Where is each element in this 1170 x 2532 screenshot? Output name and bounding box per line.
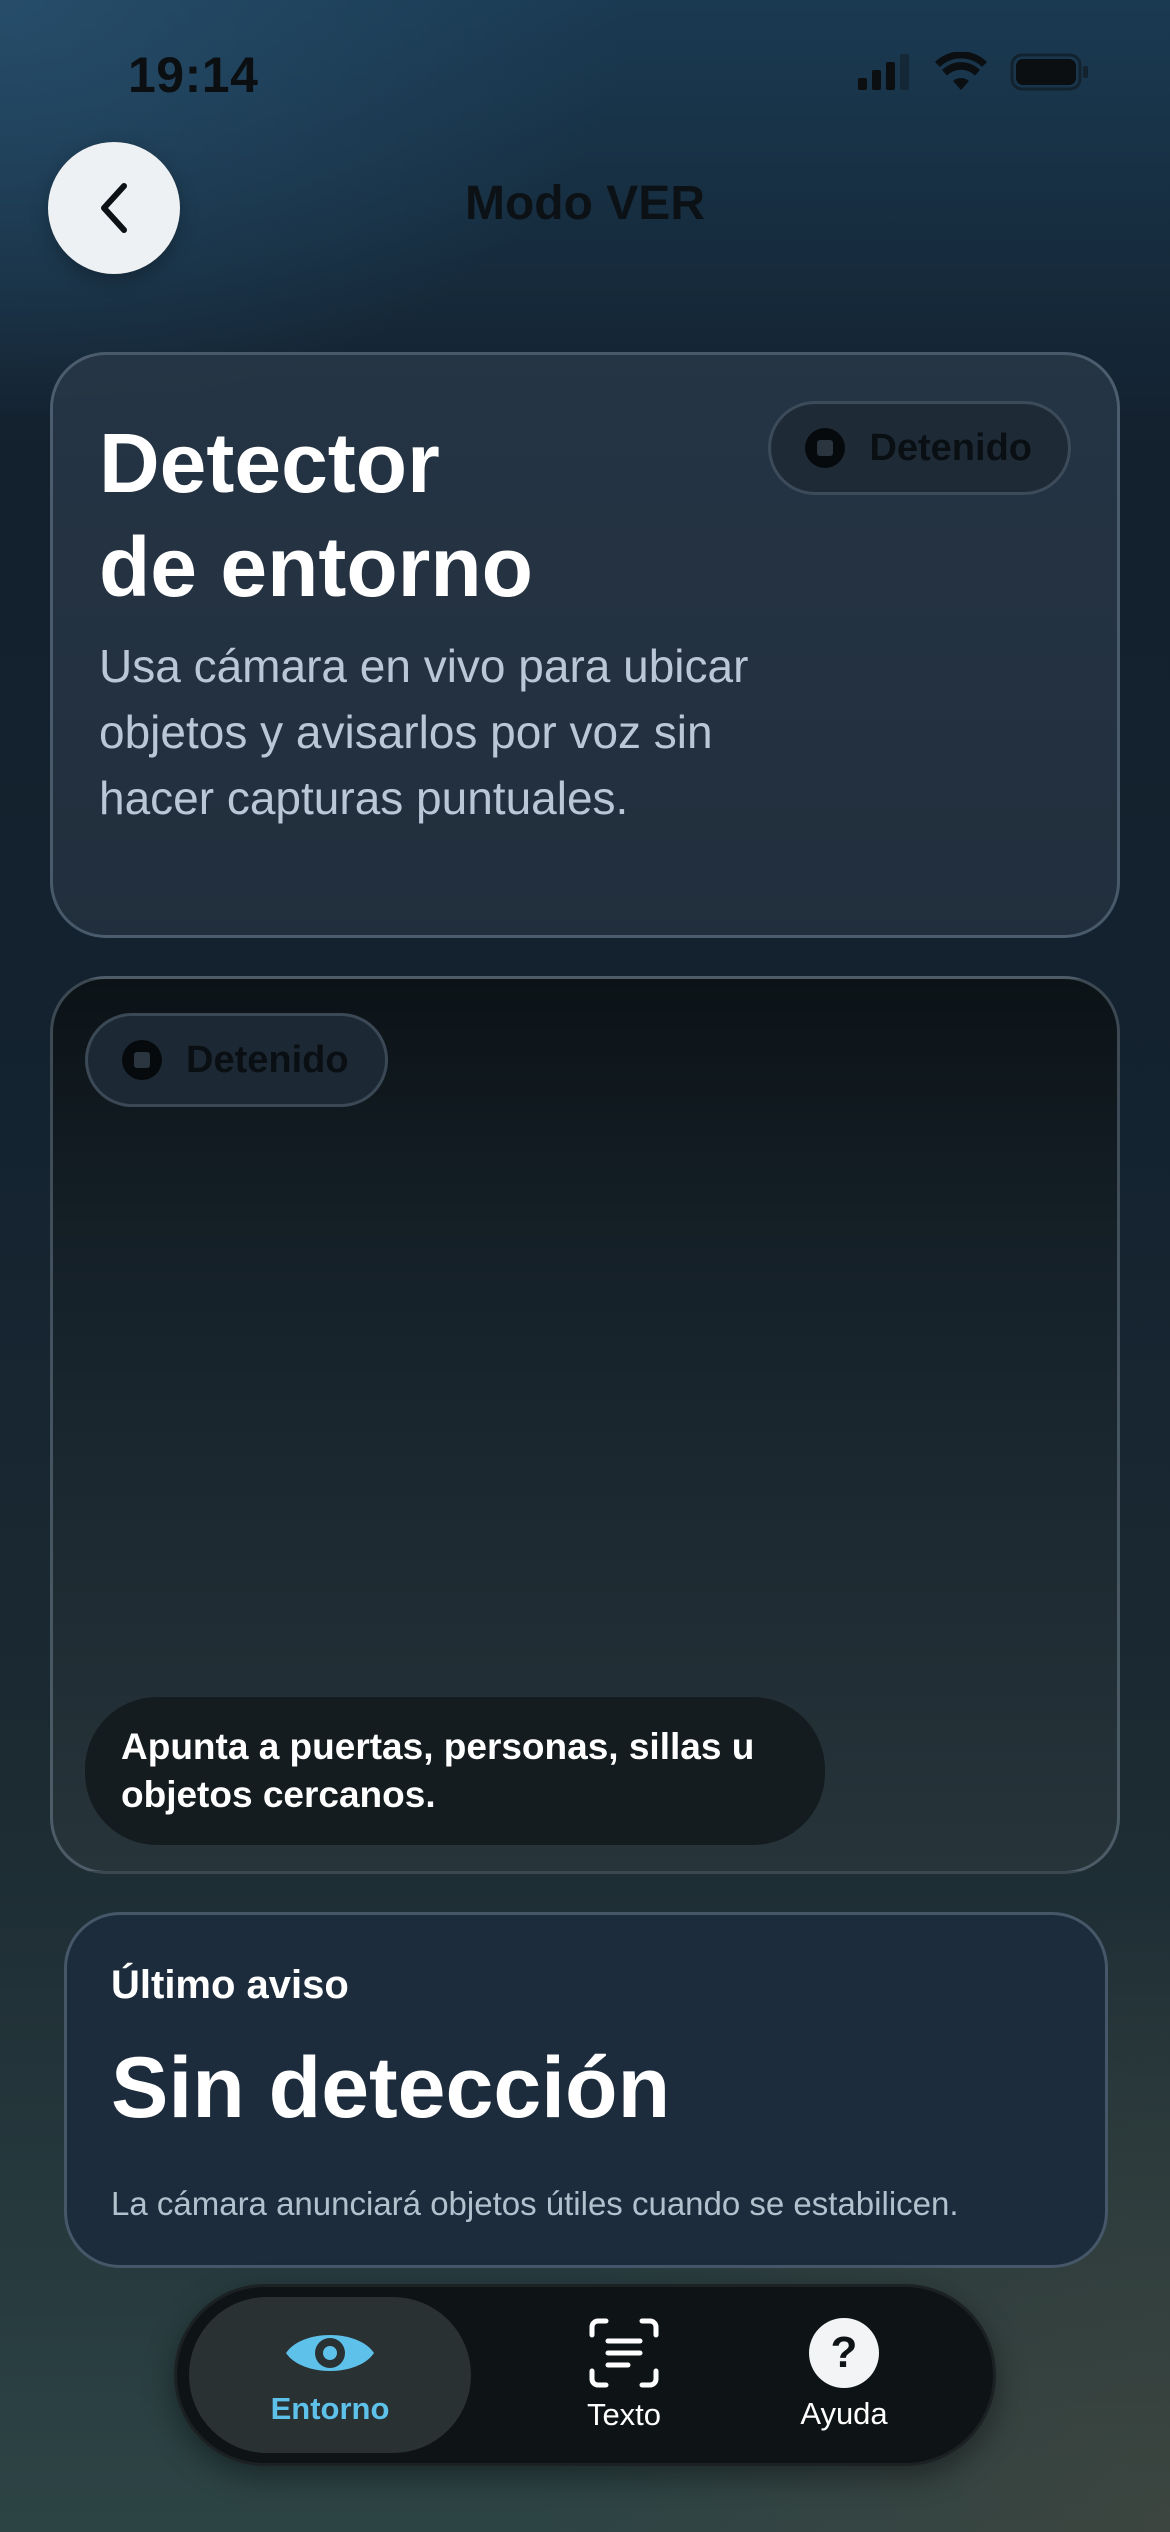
eye-icon	[286, 2335, 374, 2371]
help-icon: ?	[809, 2318, 879, 2388]
tab-entorno[interactable]: Entorno	[189, 2297, 471, 2453]
last-alert-eyebrow: Último aviso	[111, 1963, 349, 2007]
detector-title-line1: Detector	[99, 416, 440, 510]
status-time: 19:14	[128, 47, 259, 103]
text-scan-icon	[589, 2318, 659, 2388]
camera-hint: Apunta a puertas, personas, sillas u obj…	[85, 1697, 825, 1845]
last-alert-card: Último aviso Sin detección La cámara anu…	[64, 1912, 1108, 2268]
status-bar: 19:14	[0, 0, 1170, 150]
detector-title-line2: de entorno	[99, 520, 533, 614]
last-alert-title: Sin detección	[111, 2040, 671, 2136]
stop-icon	[805, 428, 846, 468]
camera-status-badge: Detenido	[85, 1013, 388, 1107]
detector-title: Detector de entorno	[99, 411, 739, 619]
last-alert-description: La cámara anunciará objetos útiles cuand…	[111, 2185, 959, 2222]
detector-description: Usa cámara en vivo para ubicar objetos y…	[99, 640, 749, 824]
wifi-icon	[935, 52, 987, 90]
camera-status-label: Detenido	[186, 1038, 349, 1081]
page-title: Modo VER	[465, 177, 705, 230]
cellular-signal-icon	[858, 54, 909, 90]
detector-header-card: Detector de entorno Usa cámara en vivo p…	[50, 352, 1120, 938]
tab-ayuda[interactable]: ? Ayuda	[707, 2297, 981, 2453]
tab-bar: Entorno Texto ? Ayuda	[174, 2284, 996, 2466]
detector-status-badge: Detenido	[768, 401, 1071, 495]
status-icons	[856, 52, 1090, 92]
detector-status-label: Detenido	[869, 426, 1032, 469]
stop-icon	[122, 1040, 162, 1080]
tab-ayuda-label: Ayuda	[800, 2396, 888, 2431]
tab-entorno-label: Entorno	[270, 2391, 390, 2426]
battery-icon	[1010, 53, 1088, 91]
camera-preview[interactable]: Detenido Apunta a puertas, personas, sil…	[50, 976, 1120, 1874]
tab-texto-label: Texto	[586, 2397, 662, 2432]
